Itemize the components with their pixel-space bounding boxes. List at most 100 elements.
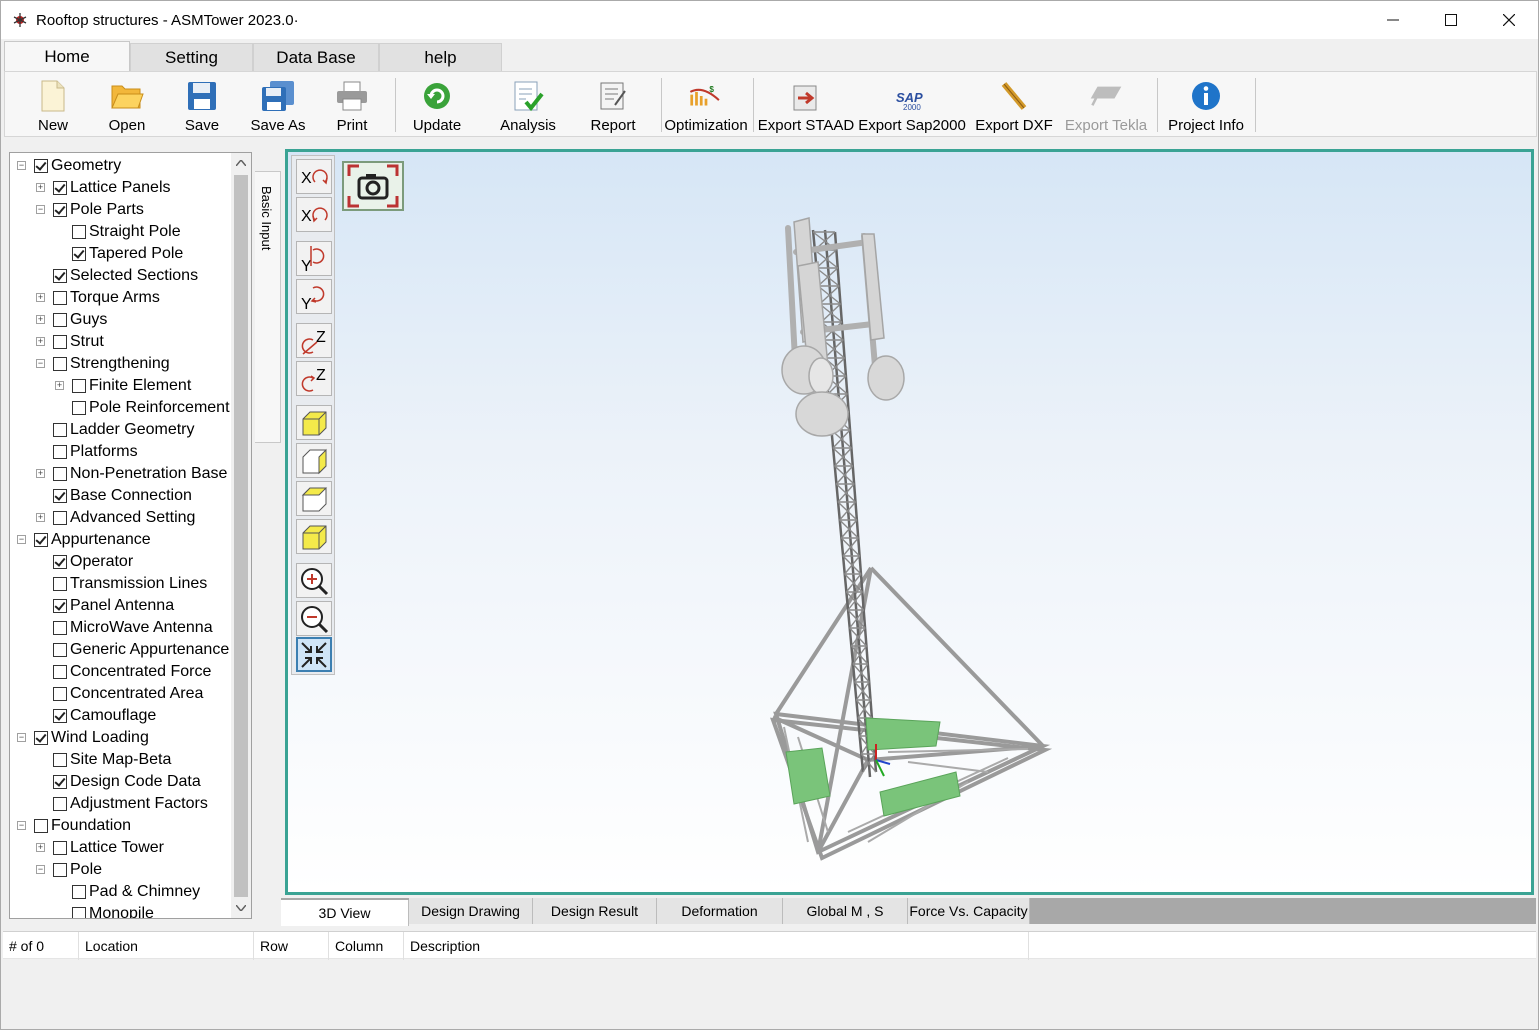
tree-item-checkbox[interactable] bbox=[72, 247, 86, 261]
close-button[interactable] bbox=[1480, 1, 1538, 39]
tree-item[interactable]: Generic Appurtenance bbox=[53, 639, 229, 661]
tree-item-checkbox[interactable] bbox=[72, 885, 86, 899]
tree-expander-icon[interactable]: + bbox=[36, 843, 45, 852]
tree-item[interactable]: Advanced Setting bbox=[53, 507, 195, 529]
save-as-button[interactable]: Save As bbox=[249, 76, 307, 134]
tree-item-checkbox[interactable] bbox=[72, 401, 86, 415]
tree-item[interactable]: Lattice Tower bbox=[53, 837, 164, 859]
tab-basic-input[interactable]: Basic Input bbox=[255, 171, 281, 443]
tab-design-drawing[interactable]: Design Drawing bbox=[409, 898, 533, 924]
tree-item[interactable]: MicroWave Antenna bbox=[53, 617, 213, 639]
tree-item[interactable]: Ladder Geometry bbox=[53, 419, 195, 441]
optimization-button[interactable]: $ Optimization bbox=[664, 76, 747, 134]
tree-item[interactable]: Site Map-Beta bbox=[53, 749, 171, 771]
export-sap2000-button[interactable]: SAP 2000 Export Sap2000 bbox=[858, 76, 966, 134]
tree-scroll-thumb[interactable] bbox=[234, 175, 248, 897]
tree-item[interactable]: Camouflage bbox=[53, 705, 156, 727]
project-info-button[interactable]: Project Info bbox=[1165, 76, 1247, 134]
3d-viewport[interactable]: X X Y Y Z Z bbox=[285, 149, 1534, 895]
tree-item[interactable]: Non-Penetration Base bbox=[53, 463, 227, 485]
tree-item-checkbox[interactable] bbox=[53, 511, 67, 525]
tree-item[interactable]: Finite Element bbox=[72, 375, 191, 397]
export-dxf-button[interactable]: Export DXF bbox=[975, 76, 1053, 134]
tree-item-checkbox[interactable] bbox=[53, 423, 67, 437]
update-button[interactable]: Update bbox=[411, 76, 463, 134]
tree-expander-icon[interactable]: − bbox=[17, 535, 26, 544]
tree-item-checkbox[interactable] bbox=[53, 555, 67, 569]
tree-item[interactable]: Selected Sections bbox=[53, 265, 198, 287]
export-staad-button[interactable]: Export STAAD bbox=[758, 76, 854, 134]
tree-item-checkbox[interactable] bbox=[53, 181, 67, 195]
tree-item-checkbox[interactable] bbox=[53, 203, 67, 217]
tree-expander-icon[interactable]: + bbox=[36, 183, 45, 192]
tab-3d-view[interactable]: 3D View bbox=[281, 900, 409, 926]
tree-item-checkbox[interactable] bbox=[53, 775, 67, 789]
tab-global-ms[interactable]: Global M , S bbox=[783, 898, 908, 924]
tree-item-checkbox[interactable] bbox=[53, 599, 67, 613]
tree-item[interactable]: Adjustment Factors bbox=[53, 793, 208, 815]
tree-item-checkbox[interactable] bbox=[53, 841, 67, 855]
tab-deformation[interactable]: Deformation bbox=[657, 898, 783, 924]
new-button[interactable]: New bbox=[29, 76, 77, 134]
tree-expander-icon[interactable]: − bbox=[17, 733, 26, 742]
print-button[interactable]: Print bbox=[328, 76, 376, 134]
tree-item[interactable]: Transmission Lines bbox=[53, 573, 207, 595]
tree-item[interactable]: Concentrated Force bbox=[53, 661, 211, 683]
tree-expander-icon[interactable]: + bbox=[36, 315, 45, 324]
grid-header-column[interactable]: Column bbox=[329, 932, 404, 960]
tree-item-checkbox[interactable] bbox=[72, 225, 86, 239]
tree-item[interactable]: Pole Reinforcement bbox=[72, 397, 230, 419]
tree-item-checkbox[interactable] bbox=[53, 269, 67, 283]
tree-item-checkbox[interactable] bbox=[53, 709, 67, 723]
grid-header-count[interactable]: # of 0 bbox=[3, 932, 79, 960]
tree-expander-icon[interactable]: + bbox=[36, 293, 45, 302]
tree-item-checkbox[interactable] bbox=[53, 621, 67, 635]
tree-item-checkbox[interactable] bbox=[53, 291, 67, 305]
tree-expander-icon[interactable]: + bbox=[55, 381, 64, 390]
tree-item-checkbox[interactable] bbox=[34, 819, 48, 833]
tree-item-checkbox[interactable] bbox=[53, 577, 67, 591]
tree-item[interactable]: Straight Pole bbox=[72, 221, 181, 243]
tree-item-checkbox[interactable] bbox=[53, 753, 67, 767]
tree-item[interactable]: Strengthening bbox=[53, 353, 170, 375]
tree-item-checkbox[interactable] bbox=[53, 797, 67, 811]
tree-item[interactable]: Torque Arms bbox=[53, 287, 160, 309]
tree-expander-icon[interactable]: − bbox=[36, 205, 45, 214]
grid-header-row[interactable]: Row bbox=[254, 932, 329, 960]
grid-header-location[interactable]: Location bbox=[79, 932, 254, 960]
tree-item[interactable]: Lattice Panels bbox=[53, 177, 171, 199]
analysis-button[interactable]: Analysis bbox=[498, 76, 558, 134]
tree-item[interactable]: Guys bbox=[53, 309, 107, 331]
tree-item-checkbox[interactable] bbox=[34, 159, 48, 173]
tree-item-checkbox[interactable] bbox=[53, 489, 67, 503]
tree-item-checkbox[interactable] bbox=[53, 643, 67, 657]
tree-item[interactable]: Geometry bbox=[34, 155, 121, 177]
tree-item-checkbox[interactable] bbox=[34, 533, 48, 547]
scroll-up-arrow-icon[interactable] bbox=[231, 153, 251, 173]
tree-expander-icon[interactable]: + bbox=[36, 337, 45, 346]
tree-expander-icon[interactable]: − bbox=[36, 865, 45, 874]
tree-expander-icon[interactable]: + bbox=[36, 469, 45, 478]
tree-scrollbar[interactable] bbox=[231, 153, 251, 918]
tree-item[interactable]: Wind Loading bbox=[34, 727, 149, 749]
tree-item[interactable]: Panel Antenna bbox=[53, 595, 174, 617]
tree-expander-icon[interactable]: − bbox=[17, 161, 26, 170]
tree-item-checkbox[interactable] bbox=[53, 357, 67, 371]
grid-header-description[interactable]: Description bbox=[404, 932, 1029, 960]
tree-item-checkbox[interactable] bbox=[53, 863, 67, 877]
tree-item[interactable]: Concentrated Area bbox=[53, 683, 203, 705]
report-button[interactable]: Report bbox=[585, 76, 641, 134]
tree-item[interactable]: Pole Parts bbox=[53, 199, 144, 221]
tree-item[interactable]: Monopile bbox=[72, 903, 154, 918]
tree-item-checkbox[interactable] bbox=[53, 665, 67, 679]
tree-item[interactable]: Strut bbox=[53, 331, 104, 353]
save-button[interactable]: Save bbox=[178, 76, 226, 134]
tab-home[interactable]: Home bbox=[4, 41, 130, 72]
tree-item[interactable]: Foundation bbox=[34, 815, 131, 837]
tree-item[interactable]: Appurtenance bbox=[34, 529, 151, 551]
tree-expander-icon[interactable]: − bbox=[36, 359, 45, 368]
tree-expander-icon[interactable]: − bbox=[17, 821, 26, 830]
scroll-down-arrow-icon[interactable] bbox=[231, 898, 251, 918]
tree-item[interactable]: Operator bbox=[53, 551, 133, 573]
tree-item[interactable]: Platforms bbox=[53, 441, 138, 463]
